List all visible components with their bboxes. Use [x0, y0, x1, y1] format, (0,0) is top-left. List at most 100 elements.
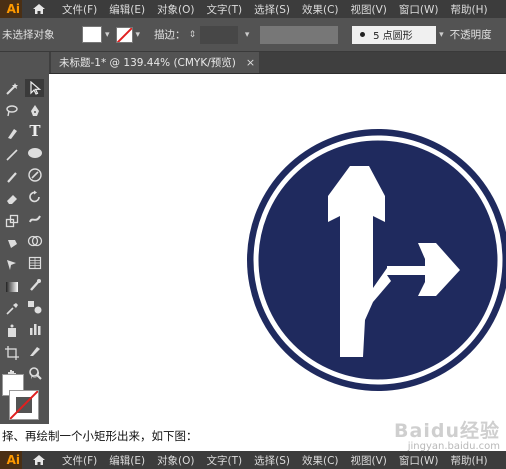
- brush-dot-icon: [360, 32, 366, 37]
- app-logo-secondary: Ai: [0, 451, 22, 469]
- free-transform-tool[interactable]: [2, 256, 22, 274]
- home-icon: [33, 455, 45, 465]
- blend-tool[interactable]: [25, 298, 45, 316]
- watermark-brand: Baidu经验: [394, 420, 500, 442]
- eyedropper-tool[interactable]: [2, 300, 22, 318]
- symbol-sprayer-tool[interactable]: [2, 322, 22, 340]
- fill-dropdown-icon[interactable]: ▾: [105, 30, 110, 40]
- artboard-tool[interactable]: [2, 344, 22, 362]
- fill-color-swatch[interactable]: [82, 26, 102, 43]
- symbol-icon: [8, 324, 16, 337]
- selection-status: 未选择对象: [2, 29, 55, 41]
- curvature-tool[interactable]: [2, 124, 22, 142]
- brush-dropdown-icon[interactable]: ▾: [439, 30, 444, 40]
- opacity-label[interactable]: 不透明度: [450, 27, 492, 42]
- brush-label: 5 点圆形: [373, 31, 413, 42]
- slice-tool[interactable]: [25, 342, 45, 360]
- eraser-icon: [7, 195, 17, 204]
- magic-wand-tool[interactable]: [2, 80, 22, 98]
- pencil-icon: [28, 168, 42, 182]
- free-transform-icon: [7, 260, 16, 270]
- menu-select[interactable]: 选择(S): [254, 2, 290, 17]
- stroke-swatch-large[interactable]: [9, 390, 39, 420]
- pen-icon: [31, 105, 39, 116]
- shape-builder-tool[interactable]: [25, 232, 45, 250]
- artboard-canvas[interactable]: [49, 74, 506, 424]
- menu-type[interactable]: 文字(T): [207, 453, 243, 468]
- stroke-color-dropdown-icon[interactable]: ▾: [136, 30, 141, 40]
- line-tool[interactable]: [2, 146, 22, 164]
- gradient-tool[interactable]: [2, 278, 22, 296]
- slice-icon: [30, 347, 40, 356]
- stroke-color-swatch[interactable]: [115, 26, 133, 43]
- menu-edit[interactable]: 编辑(E): [109, 2, 145, 17]
- menu-effect[interactable]: 效果(C): [302, 2, 339, 17]
- scale-tool[interactable]: [2, 212, 22, 230]
- pen-tool[interactable]: [25, 102, 45, 120]
- menubar-secondary: Ai 文件(F) 编辑(E) 对象(O) 文字(T) 选择(S) 效果(C) 视…: [0, 451, 506, 469]
- home-button-secondary[interactable]: [22, 451, 56, 469]
- eraser-tool[interactable]: [2, 190, 22, 208]
- control-bar: 未选择对象 ▾ ▾ 描边： ⇕ ▾ 5 点圆形 ▾ 不透明度: [0, 18, 506, 52]
- brush-definition[interactable]: 5 点圆形: [352, 25, 437, 44]
- menu-window[interactable]: 窗口(W): [399, 453, 439, 468]
- graph-icon: [30, 324, 41, 335]
- document-tab[interactable]: 未标题-1* @ 139.44% (CMYK/预览) ×: [51, 52, 259, 73]
- tools-panel: T ⤾: [0, 52, 49, 424]
- stroke-weight-field[interactable]: [200, 25, 239, 44]
- menubar: Ai 文件(F) 编辑(E) 对象(O) 文字(T) 选择(S) 效果(C) 视…: [0, 0, 506, 18]
- rotate-icon: [29, 190, 40, 203]
- app-logo: Ai: [0, 0, 22, 18]
- menu-file[interactable]: 文件(F): [62, 453, 97, 468]
- close-icon[interactable]: ×: [246, 56, 255, 69]
- menu-help[interactable]: 帮助(H): [451, 2, 488, 17]
- type-tool[interactable]: T: [25, 122, 45, 140]
- sign-outer-circle[interactable]: [247, 129, 506, 391]
- menu-view[interactable]: 视图(V): [351, 2, 387, 17]
- home-button[interactable]: [22, 0, 56, 18]
- stroke-stepper-icon[interactable]: ⇕: [189, 30, 197, 40]
- direct-selection-tool[interactable]: [25, 79, 45, 97]
- menu-help[interactable]: 帮助(H): [451, 453, 488, 468]
- gradient-icon: [6, 282, 18, 292]
- ellipse-tool[interactable]: [25, 144, 45, 162]
- eyedropper-icon: [6, 303, 18, 315]
- scale-icon: [5, 214, 19, 228]
- menu-object[interactable]: 对象(O): [157, 453, 194, 468]
- menu-window[interactable]: 窗口(W): [399, 2, 439, 17]
- traffic-sign-artwork[interactable]: [49, 74, 506, 424]
- menu-object[interactable]: 对象(O): [157, 2, 194, 17]
- warp-tool[interactable]: [25, 210, 45, 228]
- puppet-warp-tool[interactable]: [2, 234, 22, 252]
- brush-icon: [7, 172, 17, 183]
- menu-effect[interactable]: 效果(C): [302, 453, 339, 468]
- ellipse-icon: [28, 148, 42, 158]
- variable-width-profile[interactable]: [260, 25, 339, 44]
- perspective-grid-tool[interactable]: [25, 254, 45, 272]
- pencil-tool[interactable]: [25, 166, 45, 184]
- column-graph-tool[interactable]: [25, 320, 45, 338]
- lasso-tool[interactable]: [2, 102, 22, 120]
- magic-wand-icon: [6, 83, 18, 95]
- shape-builder-icon: [27, 235, 43, 247]
- swap-icon[interactable]: ⤾: [31, 370, 39, 381]
- type-icon: T: [29, 122, 41, 140]
- stroke-label: 描边：: [154, 29, 186, 41]
- watermark: Baidu经验 jingyan.baidu.com: [394, 416, 500, 452]
- menu-select[interactable]: 选择(S): [254, 453, 290, 468]
- mesh-tool[interactable]: [25, 276, 45, 294]
- perspective-icon: [28, 256, 42, 270]
- menu-type[interactable]: 文字(T): [207, 2, 243, 17]
- puppet-warp-icon: [8, 240, 17, 248]
- document-tab-title: 未标题-1* @ 139.44% (CMYK/预览): [59, 57, 236, 69]
- fill-stroke-icon[interactable]: ⤾: [0, 370, 48, 424]
- menu-view[interactable]: 视图(V): [351, 453, 387, 468]
- rotate-tool[interactable]: [25, 188, 45, 206]
- stroke-weight-dropdown-icon[interactable]: ▾: [240, 26, 254, 44]
- mesh-icon: [30, 279, 41, 291]
- curvature-icon: [8, 129, 17, 139]
- menu-edit[interactable]: 编辑(E): [109, 453, 145, 468]
- line-icon: [6, 149, 18, 161]
- paintbrush-tool[interactable]: [2, 168, 22, 186]
- menu-file[interactable]: 文件(F): [62, 2, 97, 17]
